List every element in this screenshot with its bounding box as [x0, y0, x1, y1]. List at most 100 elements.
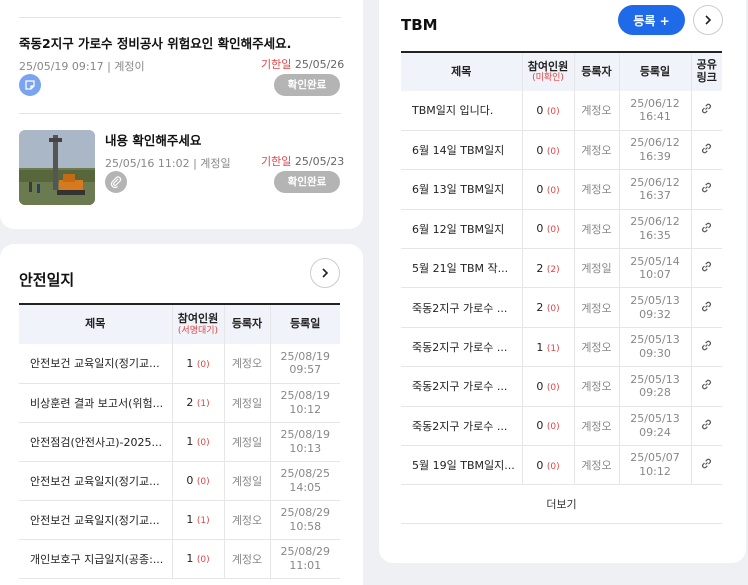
row-date-day: 25/08/25 [280, 466, 330, 480]
row-title[interactable]: 안전보건 교육일지(정기교... [19, 461, 173, 501]
link-icon[interactable] [700, 301, 713, 316]
col-registrant: 등록자 [574, 52, 620, 91]
row-participants: 0 (0) [172, 461, 225, 501]
table-row[interactable]: 죽동2지구 가로수 ... 1 (1) 계정오 25/05/13 09:30 [401, 327, 722, 368]
row-title[interactable]: 안전보건 교육일지(정기교... [19, 500, 173, 540]
row-title[interactable]: 죽동2지구 가로수 ... [401, 287, 523, 328]
table-row[interactable]: 비상훈련 결과 보고서(위험... 2 (1) 계정일 25/08/19 10:12 [19, 383, 340, 423]
row-participants: 0 (0) [522, 366, 575, 407]
row-date-time: 09:24 [639, 425, 671, 439]
row-date-day: 25/08/19 [280, 388, 330, 402]
link-icon[interactable] [700, 380, 713, 394]
row-date: 25/08/25 14:05 [270, 461, 340, 501]
participant-count: 1 [186, 435, 194, 448]
row-registrant: 계정일 [224, 383, 271, 423]
notice-due: 기한일 25/05/26 [261, 56, 344, 72]
link-icon[interactable] [700, 261, 713, 276]
row-participants: 0 (0) [522, 445, 575, 486]
chevron-right-icon[interactable] [310, 258, 340, 288]
notice-item[interactable]: 내용 확인해주세요 25/05/16 11:02 | 계정일 기한일 25/05… [105, 130, 344, 208]
row-participants: 0 (0) [522, 209, 575, 250]
table-row[interactable]: 안전보건 교육일지(정기교... 1 (0) 계정오 25/08/19 09:57 [19, 344, 340, 384]
col-participants-sub: (서명대기) [177, 325, 219, 336]
row-title[interactable]: 안전보건 교육일지(정기교... [19, 344, 173, 384]
row-title[interactable]: 죽동2지구 가로수 ... [401, 366, 523, 407]
row-title[interactable]: 안전점검(안전사고)-2025... [19, 422, 173, 462]
paperclip-icon[interactable] [105, 171, 127, 193]
share-link-cell [691, 130, 722, 171]
table-row[interactable]: 5월 19일 TBM일지... 0 (0) 계정오 25/05/07 10:12 [401, 445, 722, 486]
row-title[interactable]: 6월 13일 TBM일지 [401, 169, 523, 210]
notice-item[interactable]: 죽동2지구 가로수 정비공사 위험요인 확인해주세요. 25/05/19 09:… [19, 33, 344, 103]
notice-title: 내용 확인해주세요 [105, 133, 202, 148]
table-row[interactable]: 안전보건 교육일지(정기교... 0 (0) 계정일 25/08/25 14:05 [19, 461, 340, 501]
memo-icon[interactable] [19, 74, 41, 96]
chevron-right-icon[interactable] [693, 5, 723, 35]
status-badge[interactable]: 확인완료 [274, 171, 340, 193]
link-icon[interactable] [700, 104, 713, 118]
row-date-time: 10:07 [639, 268, 671, 282]
due-date: 25/05/26 [294, 58, 345, 71]
row-date-day: 25/06/12 [630, 136, 680, 150]
table-row[interactable]: 6월 13일 TBM일지 0 (0) 계정오 25/06/12 16:37 [401, 169, 722, 210]
link-icon[interactable] [700, 340, 713, 355]
row-title[interactable]: 6월 14일 TBM일지 [401, 130, 523, 171]
row-date: 25/08/19 10:13 [270, 422, 340, 462]
pending-count: (0) [196, 555, 210, 565]
col-participants-label: 참여인원 [177, 312, 219, 325]
safety-log-card: 안전일지 제목 참여인원 (서명대기) 등록자 등록일 안전보건 교육일지(정기… [0, 244, 363, 585]
row-title[interactable]: 비상훈련 결과 보고서(위험... [19, 383, 173, 423]
row-date-time: 09:57 [289, 363, 322, 377]
pending-count: (0) [196, 359, 210, 370]
share-link-cell [691, 169, 722, 210]
row-date-time: 16:41 [639, 110, 671, 124]
row-date-day: 25/08/19 [280, 349, 330, 363]
col-registrant: 등록자 [224, 304, 271, 344]
link-icon[interactable] [700, 458, 713, 473]
table-row[interactable]: 안전보건 교육일지(정기교... 1 (1) 계정오 25/08/29 10:58 [19, 500, 340, 540]
row-title[interactable]: 죽동2지구 가로수 ... [401, 406, 523, 447]
status-badge[interactable]: 확인완료 [274, 74, 340, 96]
participant-count: 0 [536, 379, 544, 393]
link-icon[interactable] [700, 183, 713, 197]
table-row[interactable]: 죽동2지구 가로수 ... 0 (0) 계정오 25/05/13 09:28 [401, 366, 722, 407]
share-link-cell [691, 366, 722, 407]
link-icon[interactable] [700, 419, 713, 434]
row-title[interactable]: 5월 19일 TBM일지... [401, 445, 523, 486]
row-participants: 1 (0) [172, 539, 225, 579]
table-row[interactable]: 6월 12일 TBM일지 0 (0) 계정오 25/06/12 16:35 [401, 209, 722, 250]
table-row[interactable]: 안전점검(안전사고)-2025... 1 (0) 계정일 25/08/19 10:13 [19, 422, 340, 462]
row-title[interactable]: TBM일지 입니다. [401, 91, 523, 131]
row-date-day: 25/06/12 [630, 215, 680, 229]
row-registrant: 계정오 [224, 539, 271, 579]
table-row[interactable]: 개인보호구 지급일지(공종:... 1 (0) 계정오 25/08/29 11:01 [19, 539, 340, 579]
pending-count: (0) [546, 461, 560, 472]
table-row[interactable]: 6월 14일 TBM일지 0 (0) 계정오 25/06/12 16:39 [401, 130, 722, 171]
table-row[interactable]: TBM일지 입니다. 0 (0) 계정오 25/06/12 16:41 [401, 91, 722, 131]
row-date-time: 09:28 [639, 386, 671, 400]
notice-title: 죽동2지구 가로수 정비공사 위험요인 확인해주세요. [19, 36, 292, 51]
row-date-time: 09:30 [639, 347, 671, 361]
register-button[interactable]: 등록 + [618, 5, 685, 35]
row-date-time: 16:35 [639, 228, 671, 242]
share-link-cell [691, 327, 722, 368]
notice-card: 죽동2지구 가로수 정비공사 위험요인 확인해주세요. 25/05/19 09:… [0, 0, 363, 229]
table-row[interactable]: 5월 21일 TBM 작... 2 (2) 계정일 25/05/14 10:07 [401, 248, 722, 289]
link-icon[interactable] [700, 222, 713, 237]
row-title[interactable]: 개인보호구 지급일지(공종:... [19, 539, 173, 579]
row-title[interactable]: 6월 12일 TBM일지 [401, 209, 523, 250]
row-title[interactable]: 죽동2지구 가로수 ... [401, 327, 523, 368]
pending-count: (1) [196, 516, 210, 526]
link-icon[interactable] [700, 143, 713, 158]
row-date: 25/05/13 09:28 [619, 366, 692, 407]
row-date-time: 10:12 [639, 465, 671, 479]
row-date: 25/08/19 09:57 [270, 344, 340, 384]
row-title[interactable]: 5월 21일 TBM 작... [401, 248, 523, 289]
col-participants: 참여인원 (서명대기) [172, 304, 225, 344]
more-button[interactable]: 더보기 [401, 486, 722, 524]
row-date-day: 25/05/14 [630, 254, 680, 268]
construction-photo [19, 130, 95, 205]
table-row[interactable]: 죽동2지구 가로수 ... 0 (0) 계정오 25/05/13 09:24 [401, 406, 722, 447]
pending-count: (0) [546, 185, 560, 196]
table-row[interactable]: 죽동2지구 가로수 ... 2 (0) 계정오 25/05/13 09:32 [401, 287, 722, 328]
